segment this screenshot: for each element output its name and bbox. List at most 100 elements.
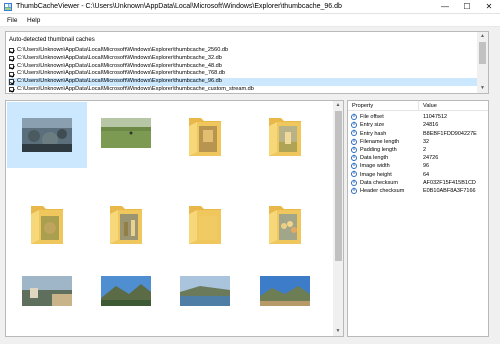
- minimize-button[interactable]: —: [434, 0, 456, 14]
- property-value: 24816: [423, 122, 439, 129]
- info-icon: i: [351, 114, 357, 120]
- folder-thumbnail-icon: [185, 200, 225, 248]
- app-icon: [4, 3, 12, 11]
- property-value: 2: [423, 147, 427, 154]
- thumbnail-item[interactable]: [245, 264, 325, 334]
- cache-list-item[interactable]: C:\Users\Unknown\AppData\Local\Microsoft…: [8, 78, 478, 86]
- cache-path-label: C:\Users\Unknown\AppData\Local\Microsoft…: [17, 47, 229, 53]
- info-icon: i: [351, 163, 357, 170]
- property-row[interactable]: i Header checksum E0B10ABF8A3F7166: [348, 187, 488, 195]
- scrollbar-thumb[interactable]: [334, 111, 342, 261]
- thumbnail-item[interactable]: [86, 102, 166, 168]
- scroll-up-arrow-icon[interactable]: ▲: [335, 102, 342, 109]
- scroll-down-arrow-icon[interactable]: ▼: [479, 85, 486, 92]
- property-row[interactable]: i Image width 96: [348, 162, 488, 170]
- thumbnail-item[interactable]: [165, 264, 245, 334]
- cache-list-item[interactable]: C:\Users\Unknown\AppData\Local\Microsoft…: [8, 55, 478, 63]
- property-value: 24726: [423, 155, 439, 162]
- title-bar: ThumbCacheViewer - C:\Users\Unknown\AppD…: [0, 0, 500, 14]
- folder-thumbnail-icon: [265, 200, 305, 248]
- info-icon: i: [351, 179, 357, 186]
- property-row[interactable]: i Data length 24726: [348, 154, 488, 162]
- photo-thumbnail: [101, 118, 151, 150]
- checkbox[interactable]: [9, 63, 15, 69]
- folder-thumbnail-icon: [185, 112, 225, 160]
- thumbnail-item[interactable]: [86, 190, 166, 256]
- photo-thumbnail: [22, 276, 72, 308]
- checkbox[interactable]: [9, 87, 15, 93]
- window-title: ThumbCacheViewer - C:\Users\Unknown\AppD…: [16, 3, 342, 10]
- thumbnail-item[interactable]: [7, 190, 87, 256]
- property-name: Filename length: [360, 138, 400, 145]
- info-icon: i: [351, 155, 357, 161]
- info-icon: i: [351, 187, 357, 194]
- column-header-property[interactable]: Property: [352, 103, 373, 109]
- thumbnail-grid-panel: ▲ ▼: [5, 100, 344, 337]
- property-value: B8EBF1FDD904227E: [423, 130, 477, 137]
- cache-path-label: C:\Users\Unknown\AppData\Local\Microsoft…: [17, 54, 222, 61]
- close-button[interactable]: ✕: [478, 0, 500, 14]
- cache-path-label: C:\Users\Unknown\AppData\Local\Microsoft…: [17, 78, 222, 85]
- property-name: Data length: [360, 155, 389, 162]
- cache-list-scrollbar[interactable]: ▲ ▼: [477, 32, 488, 93]
- property-row[interactable]: i Entry size 24816: [348, 121, 488, 129]
- cache-list-item[interactable]: C:\Users\Unknown\AppData\Local\Microsoft…: [8, 63, 478, 71]
- property-value: 11047512: [423, 114, 448, 121]
- checkbox[interactable]: [9, 71, 15, 77]
- property-row[interactable]: i Padding length 2: [348, 146, 488, 154]
- property-row[interactable]: i Image height 64: [348, 170, 488, 178]
- property-row[interactable]: i File offset 11047512: [348, 113, 488, 121]
- scroll-up-arrow-icon[interactable]: ▲: [479, 33, 486, 40]
- cache-list-item[interactable]: C:\Users\Unknown\AppData\Local\Microsoft…: [8, 70, 478, 78]
- menu-bar: File Help: [0, 14, 500, 27]
- photo-thumbnail: [101, 276, 151, 308]
- property-name: Entry size: [360, 122, 385, 129]
- info-icon: i: [351, 122, 357, 129]
- property-row[interactable]: i Filename length 32: [348, 138, 488, 146]
- info-icon: i: [351, 171, 357, 178]
- thumbnail-scrollbar[interactable]: ▲ ▼: [333, 101, 343, 336]
- column-divider[interactable]: [418, 101, 419, 111]
- property-name: Entry hash: [360, 130, 387, 137]
- scroll-down-arrow-icon[interactable]: ▼: [335, 328, 342, 335]
- property-row[interactable]: i Data checksum AF032F15F415B1CD: [348, 179, 488, 187]
- photo-thumbnail: [260, 276, 310, 308]
- property-value: 64: [423, 171, 430, 178]
- thumbnail-item[interactable]: [165, 190, 245, 256]
- menu-help[interactable]: Help: [27, 17, 40, 24]
- thumbnail-item[interactable]: [245, 190, 325, 256]
- thumbnail-item[interactable]: [7, 102, 87, 168]
- cache-list-panel: Auto-detected thumbnail caches C:\Users\…: [5, 31, 489, 94]
- cache-path-label: C:\Users\Unknown\AppData\Local\Microsoft…: [17, 62, 222, 69]
- folder-thumbnail-icon: [27, 200, 67, 248]
- property-value: AF032F15F415B1CD: [423, 179, 476, 186]
- property-value: 96: [423, 163, 430, 170]
- property-name: Header checksum: [360, 188, 405, 195]
- property-row[interactable]: i Entry hash B8EBF1FDD904227E: [348, 129, 488, 137]
- info-icon: i: [351, 138, 357, 145]
- info-icon: i: [351, 130, 357, 137]
- menu-file[interactable]: File: [7, 17, 17, 24]
- scrollbar-thumb[interactable]: [479, 42, 486, 64]
- cache-list-item[interactable]: C:\Users\Unknown\AppData\Local\Microsoft…: [8, 86, 478, 94]
- photo-thumbnail: [22, 118, 72, 154]
- thumbnail-item[interactable]: [245, 102, 325, 168]
- column-header-value[interactable]: Value: [423, 103, 437, 109]
- properties-header: Property Value: [348, 101, 488, 111]
- cache-list: C:\Users\Unknown\AppData\Local\Microsoft…: [8, 47, 478, 94]
- thumbnail-item[interactable]: [165, 102, 245, 168]
- checkbox[interactable]: [9, 55, 15, 62]
- property-name: Data checksum: [360, 179, 398, 186]
- cache-list-item[interactable]: C:\Users\Unknown\AppData\Local\Microsoft…: [8, 47, 478, 55]
- thumbnail-item[interactable]: [86, 264, 166, 334]
- maximize-button[interactable]: ☐: [456, 0, 478, 14]
- property-name: Padding length: [360, 147, 397, 154]
- info-icon: i: [351, 146, 357, 153]
- checkbox[interactable]: [9, 48, 15, 54]
- properties-panel: Property Value i File offset 11047512 i Entr…: [347, 100, 489, 337]
- folder-thumbnail-icon: [265, 112, 305, 160]
- property-name: Image width: [360, 163, 390, 170]
- checkbox[interactable]: [9, 79, 15, 85]
- cache-list-header: Auto-detected thumbnail caches: [9, 37, 95, 43]
- thumbnail-item[interactable]: [7, 264, 87, 334]
